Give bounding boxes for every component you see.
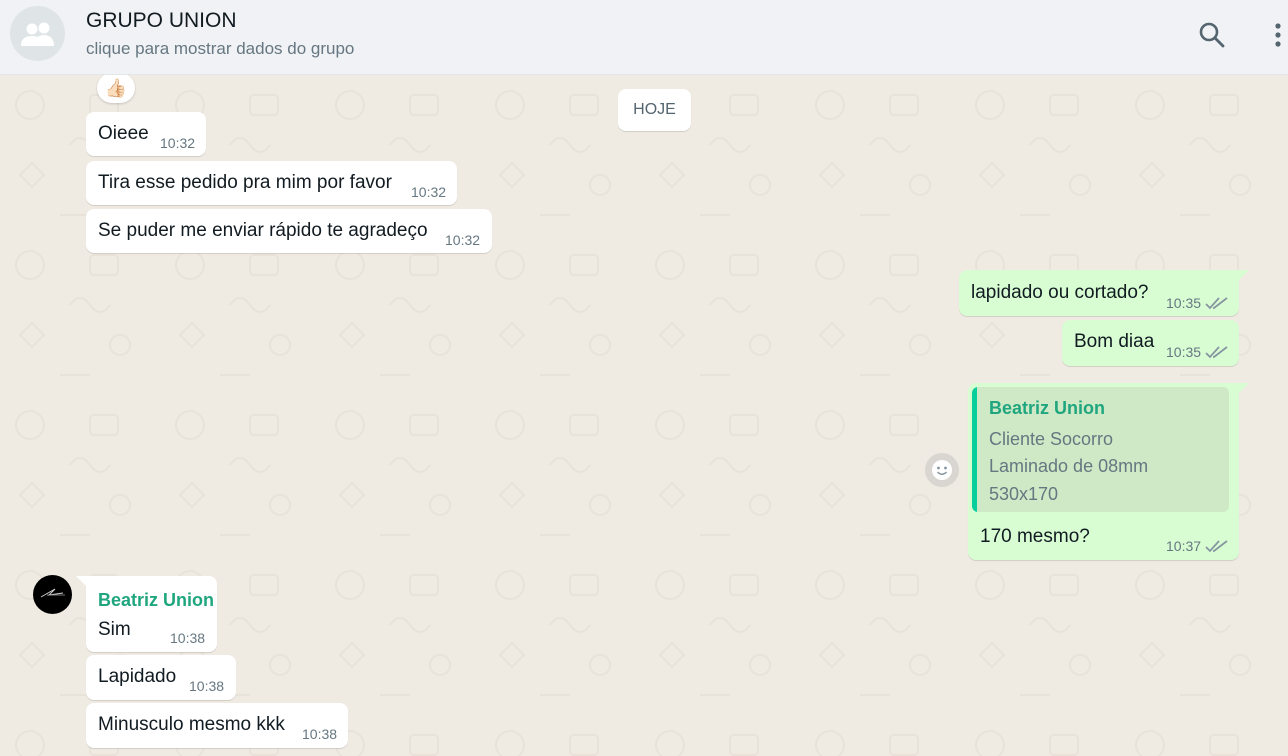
message-text: Lapidado: [98, 666, 177, 687]
group-icon: [20, 22, 54, 46]
message-bubble[interactable]: lapidado ou cortado? 10:35: [959, 270, 1239, 316]
chat-subtitle[interactable]: clique para mostrar dados do grupo: [86, 39, 354, 59]
message-time: 10:32: [160, 135, 196, 151]
double-check-icon: [1205, 346, 1228, 359]
message-time: 10:38: [189, 678, 225, 694]
message-time: 10:38: [170, 630, 206, 646]
chat-title[interactable]: GRUPO UNION: [86, 9, 237, 33]
quoted-line: Laminado de 08mm: [989, 456, 1149, 476]
reaction-badge[interactable]: 👍🏻: [97, 75, 135, 103]
more-vertical-icon: [1275, 23, 1281, 47]
message-bubble[interactable]: Se puder me enviar rápido te agradeço 10…: [86, 209, 492, 253]
avatar-logo-icon: [40, 588, 65, 598]
group-avatar[interactable]: [10, 6, 65, 61]
message-bubble[interactable]: Oieee 10:32: [86, 112, 206, 156]
message-text: Minusculo mesmo kkk: [98, 714, 285, 735]
message-time: 10:38: [302, 726, 338, 742]
quoted-line: 530x170: [989, 484, 1059, 504]
message-bubble[interactable]: Lapidado 10:38: [86, 655, 236, 700]
smiley-icon: [932, 460, 952, 480]
double-check-icon: [1205, 297, 1228, 310]
message-text: lapidado ou cortado?: [971, 282, 1149, 303]
quote-bar: [972, 387, 977, 512]
message-text: Se puder me enviar rápido te agradeço: [98, 220, 428, 241]
message-bubble[interactable]: Minusculo mesmo kkk 10:38: [86, 703, 348, 748]
react-button[interactable]: [925, 453, 959, 487]
search-icon: [1199, 22, 1225, 48]
message-bubble[interactable]: Tira esse pedido pra mim por favor 10:32: [86, 161, 457, 205]
message-text: Bom diaa: [1074, 331, 1155, 352]
quoted-message[interactable]: Beatriz Union Cliente Socorro Laminado d…: [972, 387, 1229, 512]
quoted-sender: Beatriz Union: [989, 398, 1106, 418]
message-bubble[interactable]: Bom diaa 10:35: [1062, 320, 1239, 366]
message-time: 10:35: [1166, 344, 1202, 360]
chat-header[interactable]: GRUPO UNION clique para mostrar dados do…: [0, 0, 1288, 75]
reply-message-bubble[interactable]: Beatriz Union Cliente Socorro Laminado d…: [968, 383, 1239, 560]
message-text: 170 mesmo?: [980, 526, 1090, 547]
double-check-icon: [1205, 540, 1228, 553]
message-time: 10:35: [1166, 295, 1202, 311]
message-time: 10:37: [1166, 538, 1202, 554]
thumbs-up-icon: 👍🏻: [104, 77, 128, 98]
avatar[interactable]: [33, 575, 72, 614]
message-bubble[interactable]: Beatriz Union Sim 10:38: [86, 576, 217, 652]
bubble-tail: [76, 576, 86, 586]
message-time: 10:32: [411, 184, 447, 200]
date-divider: HOJE: [618, 89, 691, 131]
quoted-line: Cliente Socorro: [989, 429, 1114, 449]
chat-area[interactable]: 👍🏻 HOJE Oieee 10:32 Tira esse pedido pra…: [0, 75, 1288, 756]
search-button[interactable]: [1197, 18, 1227, 52]
message-text: Sim: [98, 619, 131, 640]
message-time: 10:32: [445, 232, 481, 248]
message-text: Tira esse pedido pra mim por favor: [98, 172, 392, 193]
bubble-tail: [1239, 270, 1249, 280]
message-text: Oieee: [98, 123, 149, 144]
bubble-tail: [1239, 383, 1249, 393]
sender-name[interactable]: Beatriz Union: [98, 590, 214, 611]
menu-button[interactable]: [1268, 18, 1288, 52]
